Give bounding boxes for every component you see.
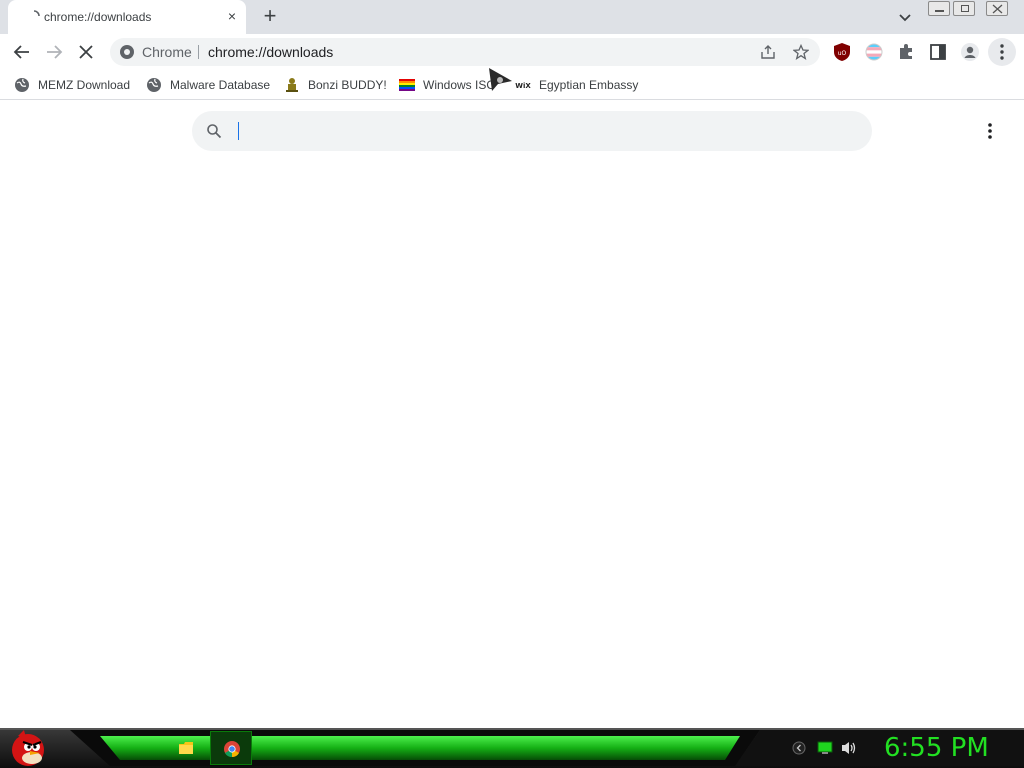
downloads-search-input[interactable] [232,119,832,143]
globe-icon [147,78,161,92]
folder-icon [179,742,193,754]
bookmark-label: Bonzi BUDDY! [308,78,387,92]
restore-button[interactable] [953,1,975,16]
address-separator [198,45,199,59]
tab-title: chrome://downloads [44,10,152,24]
downloads-page [0,101,1024,728]
start-button-angry-bird-icon[interactable] [6,728,48,768]
bookmarks-bar: MEMZ Download Malware Database Bonzi BUD… [0,68,1024,100]
svg-text:WiX: WiX [515,82,531,90]
ublock-origin-icon[interactable]: uO [832,42,852,62]
volume-speaker-icon[interactable] [840,740,858,756]
extensions-puzzle-icon[interactable] [896,42,916,62]
new-tab-button[interactable]: + [258,5,282,29]
tray-chevron-icon[interactable] [792,741,806,755]
tab-strip: chrome://downloads × + [0,0,1024,34]
globe-icon [15,78,29,92]
windows-flag-icon [399,79,415,91]
stop-loading-icon[interactable] [76,42,96,62]
trans-flag-extension-icon[interactable] [864,42,884,62]
bookmark-label: Malware Database [170,78,271,92]
taskbar-file-explorer[interactable] [170,734,202,762]
forward-arrow-icon[interactable] [44,42,64,62]
profile-avatar-icon[interactable] [960,42,980,62]
bookmark-memz-download[interactable]: MEMZ Download [14,75,134,95]
bookmark-label: MEMZ Download [38,78,131,92]
toolbar: Chrome chrome://downloads uO [0,34,1024,70]
tab-close-button[interactable]: × [224,8,240,24]
address-bar[interactable]: Chrome chrome://downloads [110,38,820,66]
chrome-logo-icon [224,741,240,758]
bookmark-label: Egyptian Embassy [539,78,639,92]
bookmark-windows-iso[interactable]: Windows ISO [399,75,497,95]
taskbar-clock[interactable]: 6:55 PM [884,733,989,763]
mouse-cursor-icon [489,68,512,91]
close-window-button[interactable] [986,1,1008,16]
bookmark-egyptian-embassy[interactable]: WiX Egyptian Embassy [515,75,639,95]
address-chip-label: Chrome [142,44,192,60]
chrome-menu-button[interactable] [988,38,1016,66]
svg-text:uO: uO [838,50,847,57]
tab-search-chevron-icon[interactable] [896,8,914,26]
downloads-more-actions-icon[interactable] [978,121,1002,141]
taskbar-chrome-button[interactable] [210,731,252,765]
side-panel-icon[interactable] [928,42,948,62]
taskbar-decoration [0,728,1024,768]
tab-downloads[interactable]: chrome://downloads × [8,0,246,34]
network-monitor-icon[interactable] [817,741,833,755]
bookmark-label: Windows ISO [423,78,496,92]
loading-spinner-icon [33,10,40,17]
bonzi-icon [286,78,298,92]
chrome-logo-icon [120,45,134,59]
taskbar: 6:55 PM [0,728,1024,768]
bookmark-star-icon[interactable] [793,44,809,60]
wix-icon: WiX [515,82,531,90]
downloads-search-bar[interactable] [192,111,872,151]
bookmark-malware-database[interactable]: Malware Database [146,75,272,95]
search-icon [207,124,222,139]
minimize-button[interactable] [928,1,950,16]
share-icon[interactable] [760,44,776,60]
kebab-menu-icon [1000,44,1004,60]
bookmark-bonzi-buddy[interactable]: Bonzi BUDDY! [284,75,388,95]
address-url[interactable]: chrome://downloads [208,44,333,60]
text-caret [238,122,239,140]
back-arrow-icon[interactable] [12,42,32,62]
